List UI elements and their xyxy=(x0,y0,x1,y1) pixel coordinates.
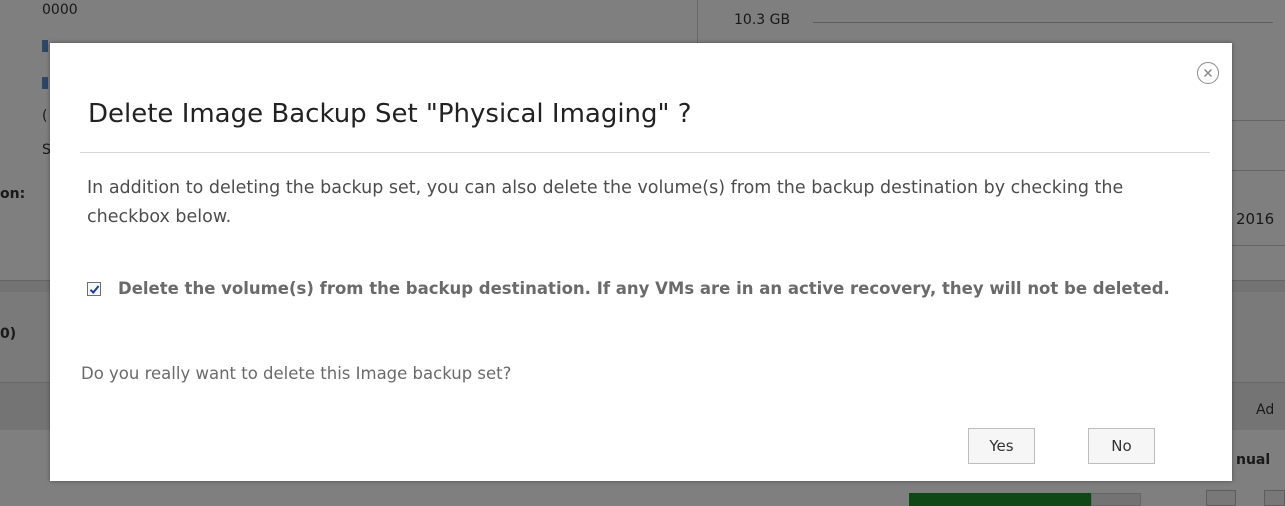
delete-volumes-checkbox[interactable] xyxy=(87,282,101,296)
delete-volumes-label[interactable]: Delete the volume(s) from the backup des… xyxy=(118,274,1208,303)
checkmark-icon xyxy=(89,285,100,294)
confirm-question: Do you really want to delete this Image … xyxy=(81,364,512,383)
delete-backup-set-dialog: Delete Image Backup Set "Physical Imagin… xyxy=(50,43,1232,481)
yes-button[interactable]: Yes xyxy=(968,428,1035,464)
dialog-message: In addition to deleting the backup set, … xyxy=(87,178,1124,227)
close-icon[interactable] xyxy=(1197,62,1219,84)
dialog-title: Delete Image Backup Set "Physical Imagin… xyxy=(88,99,692,129)
title-divider xyxy=(80,152,1210,153)
no-button[interactable]: No xyxy=(1088,428,1155,464)
